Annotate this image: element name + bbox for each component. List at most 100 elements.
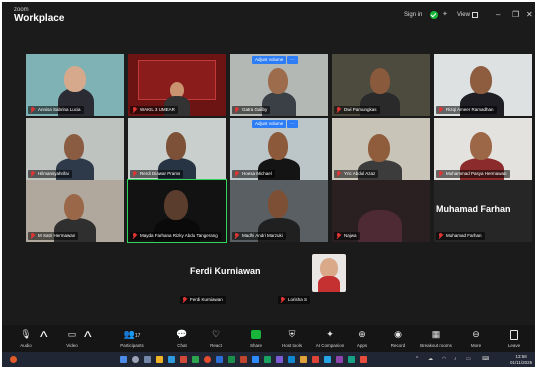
adjust-volume-button[interactable]: Adjust volume: [252, 56, 287, 64]
app-icon[interactable]: [192, 356, 199, 363]
video-tile[interactable]: Annisa Sabrina Lucia: [26, 54, 124, 116]
muted-mic-icon: [336, 107, 341, 113]
heart-icon: ♡: [211, 329, 221, 339]
video-tile[interactable]: Ferdi Kurniawan Ferdi Kurniawan: [162, 244, 260, 306]
grid-view-icon[interactable]: [472, 12, 478, 18]
app-icon[interactable]: [288, 356, 295, 363]
participant-name-tag: Annisa Sabrina Lucia: [28, 106, 84, 114]
video-tile[interactable]: Muhamad Farhan Muhamad Farhan: [434, 180, 532, 242]
brand-big: Workplace: [14, 13, 65, 24]
language-icon[interactable]: ⌨: [482, 356, 489, 362]
app-icon[interactable]: [180, 356, 187, 363]
security-shield-icon[interactable]: [430, 11, 438, 19]
video-tile[interactable]: Najwa: [332, 180, 430, 242]
minimize-button[interactable]: –: [496, 10, 500, 19]
app-icon[interactable]: [300, 356, 307, 363]
video-tile[interactable]: Muhammad Pasya Hermawan: [434, 118, 532, 180]
cloud-icon[interactable]: ☁: [428, 356, 433, 362]
muted-mic-icon: [132, 233, 137, 239]
title-bar: zoom Workplace Sign in ✦ View – ❐ ✕: [2, 2, 535, 28]
host-tools-button[interactable]: ⛨ Host tools: [272, 329, 312, 348]
powerpoint-icon[interactable]: [240, 356, 247, 363]
participant-face: [268, 68, 288, 94]
taskbar-clock[interactable]: 13:58 01/11/2025: [510, 354, 532, 365]
react-button[interactable]: ♡ React: [198, 329, 234, 348]
os-taskbar: ^ ☁ ◠ ♪ ▭ ⌨ 13:58 01/11/2025: [2, 352, 535, 367]
record-button[interactable]: ◉ Record: [380, 329, 416, 348]
battery-icon[interactable]: ▭: [466, 356, 471, 362]
video-tile[interactable]: WAKIL 3 UMEAR: [128, 54, 226, 116]
apps-icon: ⊕: [358, 329, 366, 339]
video-tile[interactable]: Yric Abdul Azaz: [332, 118, 430, 180]
muted-mic-icon: [30, 233, 35, 239]
muted-mic-icon: [30, 107, 35, 113]
sign-in-link[interactable]: Sign in: [404, 12, 422, 18]
speaker-icon[interactable]: ♪: [454, 356, 457, 362]
active-speaker-tile[interactable]: Mayda Farhana Rizky Abdu Tangerang: [127, 179, 227, 243]
muted-mic-icon: [132, 171, 137, 177]
close-button[interactable]: ✕: [526, 10, 533, 19]
task-view-icon[interactable]: [144, 356, 151, 363]
leave-button[interactable]: Leave: [496, 329, 532, 348]
clock-time: 13:58: [515, 354, 527, 359]
breakout-rooms-button[interactable]: ▦ Breakout rooms: [414, 329, 458, 348]
participant-face: [166, 132, 186, 160]
chat-button[interactable]: 💬 Chat: [164, 329, 200, 348]
view-button[interactable]: View: [457, 12, 470, 18]
participant-face: [268, 190, 288, 218]
participant-display-name: Muhamad Farhan: [436, 204, 511, 214]
app-icon[interactable]: [360, 356, 367, 363]
shield-icon: ⛨: [288, 329, 296, 339]
more-options-button[interactable]: ···: [287, 56, 298, 64]
share-button[interactable]: Share: [238, 329, 274, 348]
more-options-button[interactable]: ···: [287, 120, 298, 128]
app-icon[interactable]: [348, 356, 355, 363]
start-icon[interactable]: [120, 356, 127, 363]
video-tile[interactable]: Dwi Pamungkas: [332, 54, 430, 116]
video-tile[interactable]: Hilmansyahrifai: [26, 118, 124, 180]
audio-options-chevron-icon[interactable]: ^: [40, 329, 48, 347]
participant-face: [268, 132, 288, 160]
participant-name-tag: Hoesa Michael: [232, 170, 275, 178]
app-icon[interactable]: [336, 356, 343, 363]
volume-controls: Adjust volume ···: [252, 120, 298, 128]
wifi-icon[interactable]: ◠: [442, 356, 446, 362]
video-tile[interactable]: Lorisha S: [264, 244, 362, 306]
word-icon[interactable]: [216, 356, 223, 363]
participant-name-tag: Gatra Galiby: [232, 106, 271, 114]
video-options-chevron-icon[interactable]: ^: [84, 329, 92, 347]
video-tile[interactable]: Adjust volume ··· Hoesa Michael: [230, 118, 328, 180]
video-tile[interactable]: Rerdi Diawar Prams: [128, 118, 226, 180]
more-button[interactable]: ⊖ More: [458, 329, 494, 348]
adjust-volume-button[interactable]: Adjust volume: [252, 120, 287, 128]
participant-face: [64, 66, 86, 92]
telegram-icon[interactable]: [324, 356, 331, 363]
excel-icon[interactable]: [228, 356, 235, 363]
whatsapp-icon[interactable]: [264, 356, 271, 363]
restore-button[interactable]: ❐: [512, 10, 519, 19]
video-tile[interactable]: Rizqi Ameer Ramadhan: [434, 54, 532, 116]
audio-button[interactable]: 🎙 Audio: [8, 329, 44, 348]
video-tile[interactable]: M Satri Hermawan: [26, 180, 124, 242]
app-icon[interactable]: [312, 356, 319, 363]
zoom-icon[interactable]: [252, 356, 259, 363]
chrome-icon[interactable]: [204, 356, 211, 363]
participants-icon: 👥17: [123, 329, 141, 339]
participant-body: [358, 210, 402, 242]
muted-mic-icon: [132, 107, 137, 113]
app-icon[interactable]: [276, 356, 283, 363]
participant-name-tag: Ferdi Kurniawan: [180, 296, 226, 304]
participants-button[interactable]: 👥17 Participants: [112, 329, 152, 348]
record-icon: ◉: [394, 329, 402, 339]
edge-icon[interactable]: [168, 356, 175, 363]
search-icon[interactable]: [132, 356, 139, 363]
participant-face: [64, 194, 84, 220]
tray-chevron-icon[interactable]: ^: [416, 356, 418, 362]
video-tile[interactable]: Adjust volume ··· Gatra Galiby: [230, 54, 328, 116]
participant-face: [368, 134, 390, 162]
file-explorer-icon[interactable]: [156, 356, 163, 363]
apps-button[interactable]: ⊕ Apps: [344, 329, 380, 348]
video-tile[interactable]: Madhi Andri Marzuki: [230, 180, 328, 242]
weather-icon[interactable]: [10, 356, 17, 363]
star-icon[interactable]: ✦: [442, 10, 448, 18]
